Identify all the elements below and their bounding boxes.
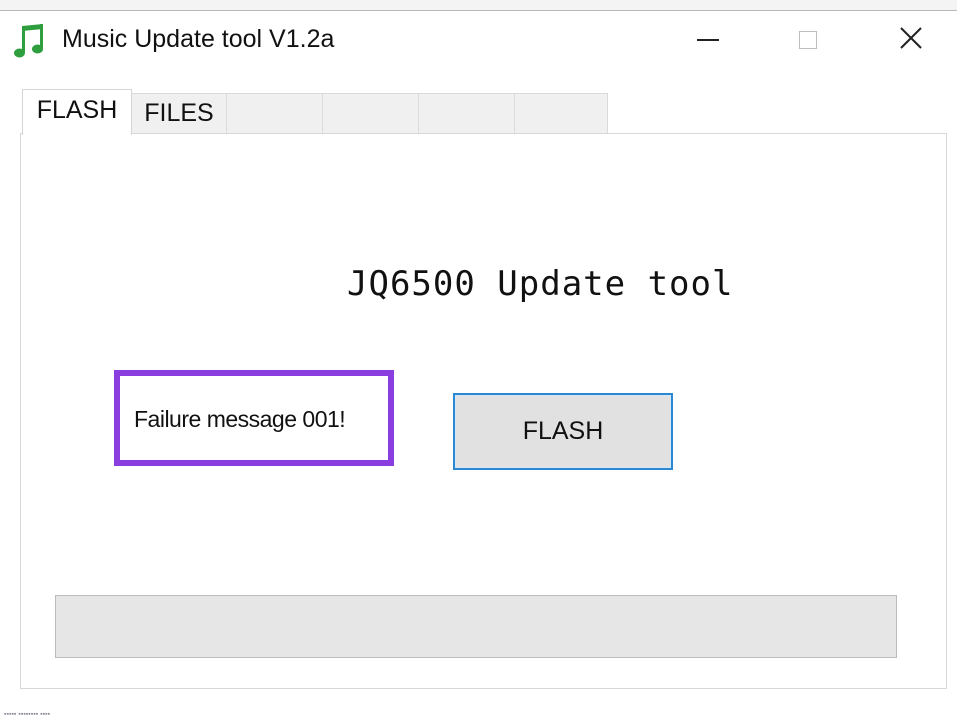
title-bar[interactable]: Music Update tool V1.2a <box>0 11 957 75</box>
page-heading: JQ6500 Update tool <box>347 264 734 304</box>
tab-flash[interactable]: FLASH <box>22 89 132 135</box>
app-window: Music Update tool V1.2a FLASH FILES JQ65… <box>0 0 957 722</box>
maximize-button[interactable] <box>772 11 844 69</box>
tab-label: FILES <box>144 99 214 127</box>
tab-empty-5[interactable] <box>418 93 515 133</box>
tab-label: FLASH <box>36 96 118 124</box>
status-message: Failure message 001! <box>134 406 346 432</box>
tab-files[interactable]: FILES <box>131 93 227 133</box>
flash-tab-page: JQ6500 Update tool Failure message 001! … <box>20 133 947 689</box>
window-top-edge <box>0 0 957 11</box>
close-icon <box>899 26 923 55</box>
tab-empty-6[interactable] <box>514 93 608 133</box>
flash-button[interactable]: FLASH <box>453 393 673 470</box>
client-area: FLASH FILES JQ6500 Update tool Failure m… <box>0 75 957 722</box>
status-message-box: Failure message 001! <box>114 370 394 466</box>
close-button[interactable] <box>875 11 947 69</box>
maximize-icon <box>799 31 817 49</box>
tab-empty-4[interactable] <box>322 93 419 133</box>
music-note-icon <box>14 23 46 59</box>
minimize-icon <box>697 39 719 41</box>
window-title: Music Update tool V1.2a <box>62 25 335 53</box>
minimize-button[interactable] <box>672 11 744 69</box>
tab-empty-3[interactable] <box>226 93 323 133</box>
footer-watermark: ▪▪▪▪▪ ▪▪▪▪▪▪▪▪ ▪▪▪▪ <box>4 711 51 718</box>
progress-bar <box>55 595 897 658</box>
